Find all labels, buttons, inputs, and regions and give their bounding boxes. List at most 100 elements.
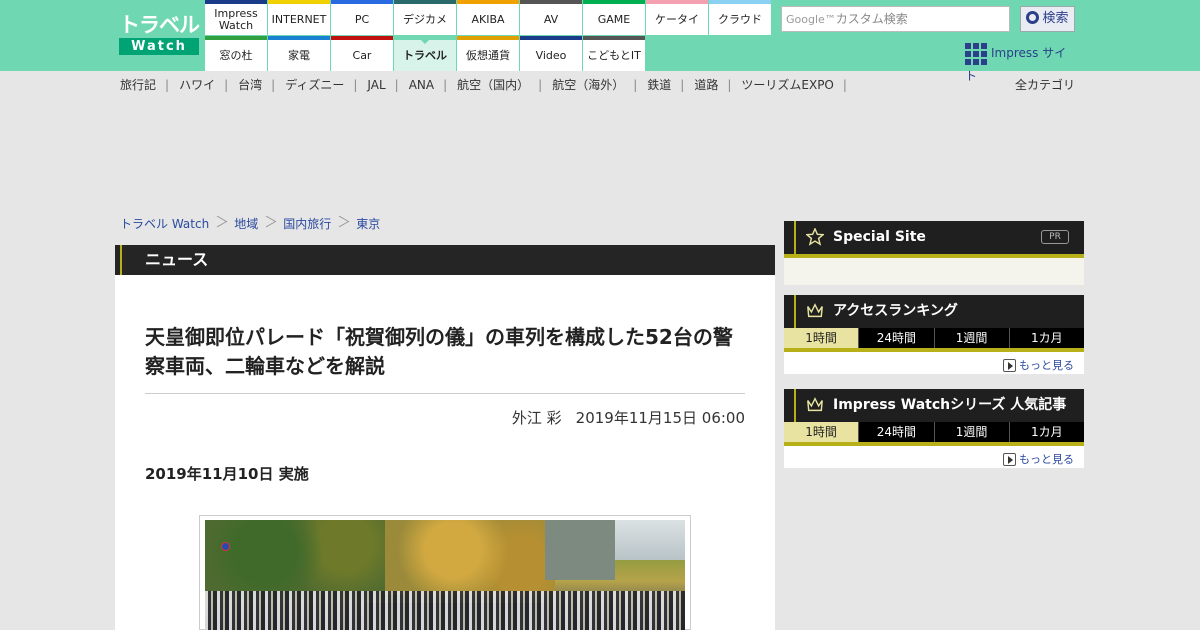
nav-item-7[interactable]: ケータイ xyxy=(646,0,708,35)
category-separator: | xyxy=(633,78,638,92)
article-photo-frame[interactable] xyxy=(199,515,691,630)
series-more-link[interactable]: もっと見る xyxy=(1003,451,1074,467)
nav-item-5[interactable]: AV xyxy=(520,0,582,35)
tab-1m[interactable]: 1カ月 xyxy=(1010,422,1084,442)
category-link[interactable]: JAL xyxy=(367,78,385,92)
breadcrumb-item[interactable]: 東京 xyxy=(356,215,380,232)
crown-icon xyxy=(807,397,823,412)
article-main: ニュース 天皇御即位パレード「祝賀御列の儀」の車列を構成した52台の警察車両、二… xyxy=(115,245,775,630)
article-date: 2019年11月15日 06:00 xyxy=(575,409,745,427)
ranking-accent-bar xyxy=(794,295,796,328)
chevron-right-icon xyxy=(337,213,346,233)
nav-item-2[interactable]: PC xyxy=(331,0,393,35)
photo-crowd xyxy=(205,591,685,630)
nav-item-14[interactable]: Video xyxy=(520,36,582,71)
search-input[interactable]: Google™カスタム検索 xyxy=(781,6,1010,32)
nav-item-4[interactable]: AKIBA xyxy=(457,0,519,35)
byline: 外江 彩 2019年11月15日 06:00 xyxy=(145,407,745,428)
category-link[interactable]: ツーリズムEXPO xyxy=(741,76,834,93)
section-header: ニュース xyxy=(115,245,775,275)
nav-item-13[interactable]: 仮想通貨 xyxy=(457,36,519,71)
category-separator: | xyxy=(680,78,685,92)
photo-trees-center xyxy=(385,520,555,595)
category-separator: | xyxy=(842,78,847,92)
category-link[interactable]: 鉄道 xyxy=(647,76,671,93)
section-title: ニュース xyxy=(145,250,209,269)
tab-1w[interactable]: 1週間 xyxy=(935,422,1010,442)
title-divider xyxy=(145,393,745,394)
category-link[interactable]: ANA xyxy=(409,78,434,92)
search-button-label: 検索 xyxy=(1042,11,1069,26)
special-site-title: Special Site xyxy=(833,229,926,245)
site-logo[interactable]: トラベル Watch xyxy=(119,12,201,56)
photo-trees-left xyxy=(205,520,405,600)
breadcrumb: トラベル Watch 地域 国内旅行 東京 xyxy=(120,213,380,233)
ranking-title: アクセスランキング xyxy=(833,303,958,319)
nav-item-0[interactable]: Impress Watch xyxy=(205,0,267,35)
photo-building xyxy=(545,520,615,580)
category-separator: | xyxy=(224,78,229,92)
special-accent-bar xyxy=(794,221,796,254)
category-bar: 旅行記 | ハワイ | 台湾 | ディズニー | JAL | ANA | 航空（国内） | 航空（海外） | 鉄… xyxy=(120,76,1080,96)
category-link[interactable]: 道路 xyxy=(694,76,718,93)
all-categories-link[interactable]: 全カテゴリ xyxy=(1015,76,1075,93)
ranking-tabs: 1時間 24時間 1週間 1カ月 xyxy=(784,328,1084,348)
category-separator: | xyxy=(165,78,170,92)
star-icon xyxy=(806,228,824,246)
category-link[interactable]: 旅行記 xyxy=(120,76,156,93)
play-icon xyxy=(1003,358,1016,372)
special-site-body xyxy=(784,258,1084,285)
logo-text-top: トラベル xyxy=(119,13,200,37)
pr-badge: PR xyxy=(1041,230,1069,244)
tab-24h[interactable]: 24時間 xyxy=(859,422,935,442)
section-accent-bar xyxy=(120,245,122,275)
nav-item-9[interactable]: 窓の杜 xyxy=(205,36,267,71)
ranking-header: アクセスランキング xyxy=(784,295,1084,328)
nav-item-12[interactable]: トラベル xyxy=(394,36,456,71)
article-title: 天皇御即位パレード「祝賀御列の儀」の車列を構成した52台の警察車両、二輪車などを… xyxy=(145,325,733,378)
category-link[interactable]: ハワイ xyxy=(179,76,215,93)
category-link[interactable]: 航空（国内） xyxy=(457,76,529,93)
nav-item-15[interactable]: こどもとIT xyxy=(583,36,645,71)
article-author: 外江 彩 xyxy=(511,409,562,427)
breadcrumb-item[interactable]: トラベル Watch xyxy=(120,215,209,232)
breadcrumb-item[interactable]: 国内旅行 xyxy=(283,215,331,232)
category-link[interactable]: ディズニー xyxy=(285,76,344,93)
impress-site-link[interactable]: Impress サイト xyxy=(965,42,1077,83)
series-title: Impress Watchシリーズ 人気記事 xyxy=(833,397,1067,413)
search-icon xyxy=(1026,11,1040,24)
search-button[interactable]: 検索 xyxy=(1020,6,1075,32)
tab-1h[interactable]: 1時間 xyxy=(784,328,860,348)
category-link[interactable]: 台湾 xyxy=(238,76,262,93)
category-separator: | xyxy=(353,78,358,92)
category-separator: | xyxy=(271,78,276,92)
event-date: 2019年11月10日 実施 xyxy=(145,465,309,483)
top-header: トラベル Watch Impress Watch INTERNET PC デジカメ AK… xyxy=(0,0,1200,83)
ranking-more-label: もっと見る xyxy=(1019,359,1074,372)
parade-photo[interactable] xyxy=(205,520,685,630)
series-accent-bar xyxy=(794,389,796,422)
header-inner: トラベル Watch Impress Watch INTERNET PC デジカメ AK… xyxy=(115,0,1085,83)
nav-item-10[interactable]: 家電 xyxy=(268,36,330,71)
ranking-more-link[interactable]: もっと見る xyxy=(1003,357,1074,373)
tab-1h[interactable]: 1時間 xyxy=(784,422,860,442)
nav-item-6[interactable]: GAME xyxy=(583,0,645,35)
nav-item-11[interactable]: Car xyxy=(331,36,393,71)
ranking-more-row: もっと見る xyxy=(784,352,1084,374)
tab-1m[interactable]: 1カ月 xyxy=(1010,328,1084,348)
site-nav-grid: Impress Watch INTERNET PC デジカメ AKIBA AV GAME ケー… xyxy=(205,0,771,71)
series-more-row: もっと見る xyxy=(784,446,1084,468)
chevron-right-icon xyxy=(215,213,224,233)
category-separator: | xyxy=(443,78,448,92)
nav-item-8[interactable]: クラウド xyxy=(709,0,771,35)
grid-icon xyxy=(965,42,987,65)
nav-item-3[interactable]: デジカメ xyxy=(394,0,456,35)
tab-1w[interactable]: 1週間 xyxy=(935,328,1010,348)
tab-24h[interactable]: 24時間 xyxy=(859,328,935,348)
series-box: Impress Watchシリーズ 人気記事 1時間 24時間 1週間 1カ月 もっと… xyxy=(784,389,1084,468)
nav-item-1[interactable]: INTERNET xyxy=(268,0,330,35)
category-link[interactable]: 航空（海外） xyxy=(552,76,624,93)
category-separator: | xyxy=(538,78,543,92)
photo-road-sign xyxy=(221,542,230,551)
breadcrumb-item[interactable]: 地域 xyxy=(234,215,258,232)
